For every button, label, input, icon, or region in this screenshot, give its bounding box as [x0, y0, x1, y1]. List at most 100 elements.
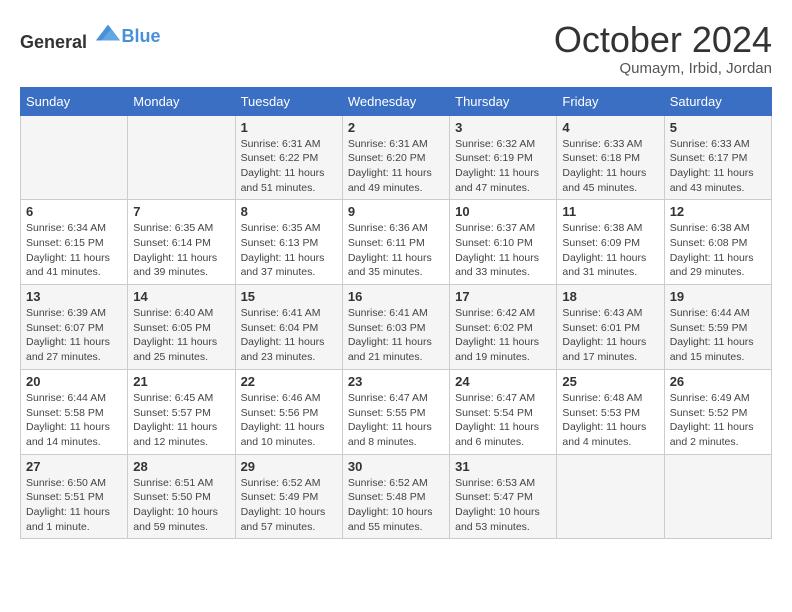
day-of-week-header: Sunday: [21, 87, 128, 115]
calendar-cell: 11 Sunrise: 6:38 AM Sunset: 6:09 PM Dayli…: [557, 200, 664, 285]
calendar-cell: 20Sunrise: 6:44 AM Sunset: 5:58 PM Dayli…: [21, 369, 128, 454]
calendar-cell: 29Sunrise: 6:52 AM Sunset: 5:49 PM Dayli…: [235, 454, 342, 539]
day-info: Sunrise: 6:31 AM Sunset: 6:20 PM Dayligh…: [348, 137, 444, 196]
calendar-cell: 5 Sunrise: 6:33 AM Sunset: 6:17 PM Daylig…: [664, 115, 771, 200]
day-number: 10: [455, 204, 551, 219]
day-info: Sunrise: 6:48 AM Sunset: 5:53 PM Dayligh…: [562, 391, 658, 450]
day-number: 22: [241, 374, 337, 389]
day-number: 15: [241, 289, 337, 304]
calendar-week-row: 13 Sunrise: 6:39 AM Sunset: 6:07 PM Dayli…: [21, 285, 772, 370]
day-info: Sunrise: 6:36 AM Sunset: 6:11 PM Dayligh…: [348, 221, 444, 280]
day-info: Sunrise: 6:37 AM Sunset: 6:10 PM Dayligh…: [455, 221, 551, 280]
day-number: 9: [348, 204, 444, 219]
calendar-cell: 2 Sunrise: 6:31 AM Sunset: 6:20 PM Daylig…: [342, 115, 449, 200]
day-number: 16: [348, 289, 444, 304]
calendar-cell: 14Sunrise: 6:40 AM Sunset: 6:05 PM Dayli…: [128, 285, 235, 370]
day-info: Sunrise: 6:32 AM Sunset: 6:19 PM Dayligh…: [455, 137, 551, 196]
calendar-cell: 6Sunrise: 6:34 AM Sunset: 6:15 PM Daylig…: [21, 200, 128, 285]
day-info: Sunrise: 6:33 AM Sunset: 6:17 PM Dayligh…: [670, 137, 766, 196]
day-number: 30: [348, 459, 444, 474]
calendar-cell: 3 Sunrise: 6:32 AM Sunset: 6:19 PM Daylig…: [450, 115, 557, 200]
day-info: Sunrise: 6:50 AM Sunset: 5:51 PM Dayligh…: [26, 476, 122, 535]
day-info: Sunrise: 6:38 AM Sunset: 6:08 PM Dayligh…: [670, 221, 766, 280]
calendar-week-row: 6Sunrise: 6:34 AM Sunset: 6:15 PM Daylig…: [21, 200, 772, 285]
day-number: 4: [562, 120, 658, 135]
day-info: Sunrise: 6:41 AM Sunset: 6:04 PM Dayligh…: [241, 306, 337, 365]
day-number: 1: [241, 120, 337, 135]
calendar-cell: 25 Sunrise: 6:48 AM Sunset: 5:53 PM Dayli…: [557, 369, 664, 454]
day-number: 26: [670, 374, 766, 389]
calendar-cell: [128, 115, 235, 200]
day-info: Sunrise: 6:52 AM Sunset: 5:48 PM Dayligh…: [348, 476, 444, 535]
title-area: October 2024 Qumaym, Irbid, Jordan: [554, 20, 772, 77]
day-number: 25: [562, 374, 658, 389]
day-info: Sunrise: 6:41 AM Sunset: 6:03 PM Dayligh…: [348, 306, 444, 365]
calendar-cell: 26Sunrise: 6:49 AM Sunset: 5:52 PM Dayli…: [664, 369, 771, 454]
calendar-cell: 7 Sunrise: 6:35 AM Sunset: 6:14 PM Daylig…: [128, 200, 235, 285]
day-number: 2: [348, 120, 444, 135]
calendar-cell: 10 Sunrise: 6:37 AM Sunset: 6:10 PM Dayli…: [450, 200, 557, 285]
day-of-week-header: Monday: [128, 87, 235, 115]
day-number: 19: [670, 289, 766, 304]
day-number: 7: [133, 204, 229, 219]
day-info: Sunrise: 6:53 AM Sunset: 5:47 PM Dayligh…: [455, 476, 551, 535]
day-info: Sunrise: 6:47 AM Sunset: 5:54 PM Dayligh…: [455, 391, 551, 450]
day-number: 3: [455, 120, 551, 135]
day-number: 11: [562, 204, 658, 219]
calendar-week-row: 1Sunrise: 6:31 AM Sunset: 6:22 PM Daylig…: [21, 115, 772, 200]
day-of-week-header: Saturday: [664, 87, 771, 115]
day-number: 13: [26, 289, 122, 304]
calendar-cell: 22 Sunrise: 6:46 AM Sunset: 5:56 PM Dayli…: [235, 369, 342, 454]
day-info: Sunrise: 6:39 AM Sunset: 6:07 PM Dayligh…: [26, 306, 122, 365]
day-number: 6: [26, 204, 122, 219]
calendar-cell: 19 Sunrise: 6:44 AM Sunset: 5:59 PM Dayli…: [664, 285, 771, 370]
day-info: Sunrise: 6:46 AM Sunset: 5:56 PM Dayligh…: [241, 391, 337, 450]
day-of-week-header: Wednesday: [342, 87, 449, 115]
page-header: General Blue October 2024 Qumaym, Irbid,…: [20, 20, 772, 77]
calendar-cell: 12 Sunrise: 6:38 AM Sunset: 6:08 PM Dayli…: [664, 200, 771, 285]
day-info: Sunrise: 6:47 AM Sunset: 5:55 PM Dayligh…: [348, 391, 444, 450]
logo: General Blue: [20, 20, 161, 53]
day-info: Sunrise: 6:44 AM Sunset: 5:59 PM Dayligh…: [670, 306, 766, 365]
calendar-cell: [557, 454, 664, 539]
day-of-week-header: Friday: [557, 87, 664, 115]
day-info: Sunrise: 6:44 AM Sunset: 5:58 PM Dayligh…: [26, 391, 122, 450]
day-number: 31: [455, 459, 551, 474]
day-number: 21: [133, 374, 229, 389]
calendar-week-row: 20Sunrise: 6:44 AM Sunset: 5:58 PM Dayli…: [21, 369, 772, 454]
calendar-cell: 18 Sunrise: 6:43 AM Sunset: 6:01 PM Dayli…: [557, 285, 664, 370]
day-info: Sunrise: 6:40 AM Sunset: 6:05 PM Dayligh…: [133, 306, 229, 365]
calendar-cell: 9 Sunrise: 6:36 AM Sunset: 6:11 PM Daylig…: [342, 200, 449, 285]
calendar-cell: 24 Sunrise: 6:47 AM Sunset: 5:54 PM Dayli…: [450, 369, 557, 454]
calendar-cell: 28Sunrise: 6:51 AM Sunset: 5:50 PM Dayli…: [128, 454, 235, 539]
day-number: 12: [670, 204, 766, 219]
day-info: Sunrise: 6:38 AM Sunset: 6:09 PM Dayligh…: [562, 221, 658, 280]
logo-text-general: General: [20, 32, 87, 52]
day-number: 18: [562, 289, 658, 304]
calendar-cell: 16 Sunrise: 6:41 AM Sunset: 6:03 PM Dayli…: [342, 285, 449, 370]
day-number: 23: [348, 374, 444, 389]
calendar-cell: [664, 454, 771, 539]
day-of-week-header: Thursday: [450, 87, 557, 115]
calendar-cell: 21Sunrise: 6:45 AM Sunset: 5:57 PM Dayli…: [128, 369, 235, 454]
day-number: 5: [670, 120, 766, 135]
day-info: Sunrise: 6:35 AM Sunset: 6:14 PM Dayligh…: [133, 221, 229, 280]
calendar-cell: 8Sunrise: 6:35 AM Sunset: 6:13 PM Daylig…: [235, 200, 342, 285]
calendar-cell: 15 Sunrise: 6:41 AM Sunset: 6:04 PM Dayli…: [235, 285, 342, 370]
logo-text-blue: Blue: [122, 26, 161, 46]
day-info: Sunrise: 6:43 AM Sunset: 6:01 PM Dayligh…: [562, 306, 658, 365]
day-of-week-header: Tuesday: [235, 87, 342, 115]
day-number: 27: [26, 459, 122, 474]
calendar-cell: 17 Sunrise: 6:42 AM Sunset: 6:02 PM Dayli…: [450, 285, 557, 370]
calendar-cell: 27 Sunrise: 6:50 AM Sunset: 5:51 PM Dayli…: [21, 454, 128, 539]
calendar-cell: 23 Sunrise: 6:47 AM Sunset: 5:55 PM Dayli…: [342, 369, 449, 454]
day-number: 17: [455, 289, 551, 304]
calendar-cell: 4Sunrise: 6:33 AM Sunset: 6:18 PM Daylig…: [557, 115, 664, 200]
calendar-cell: 31 Sunrise: 6:53 AM Sunset: 5:47 PM Dayli…: [450, 454, 557, 539]
calendar-week-row: 27 Sunrise: 6:50 AM Sunset: 5:51 PM Dayli…: [21, 454, 772, 539]
calendar-header-row: SundayMondayTuesdayWednesdayThursdayFrid…: [21, 87, 772, 115]
day-number: 28: [133, 459, 229, 474]
calendar-cell: [21, 115, 128, 200]
day-number: 24: [455, 374, 551, 389]
day-info: Sunrise: 6:42 AM Sunset: 6:02 PM Dayligh…: [455, 306, 551, 365]
